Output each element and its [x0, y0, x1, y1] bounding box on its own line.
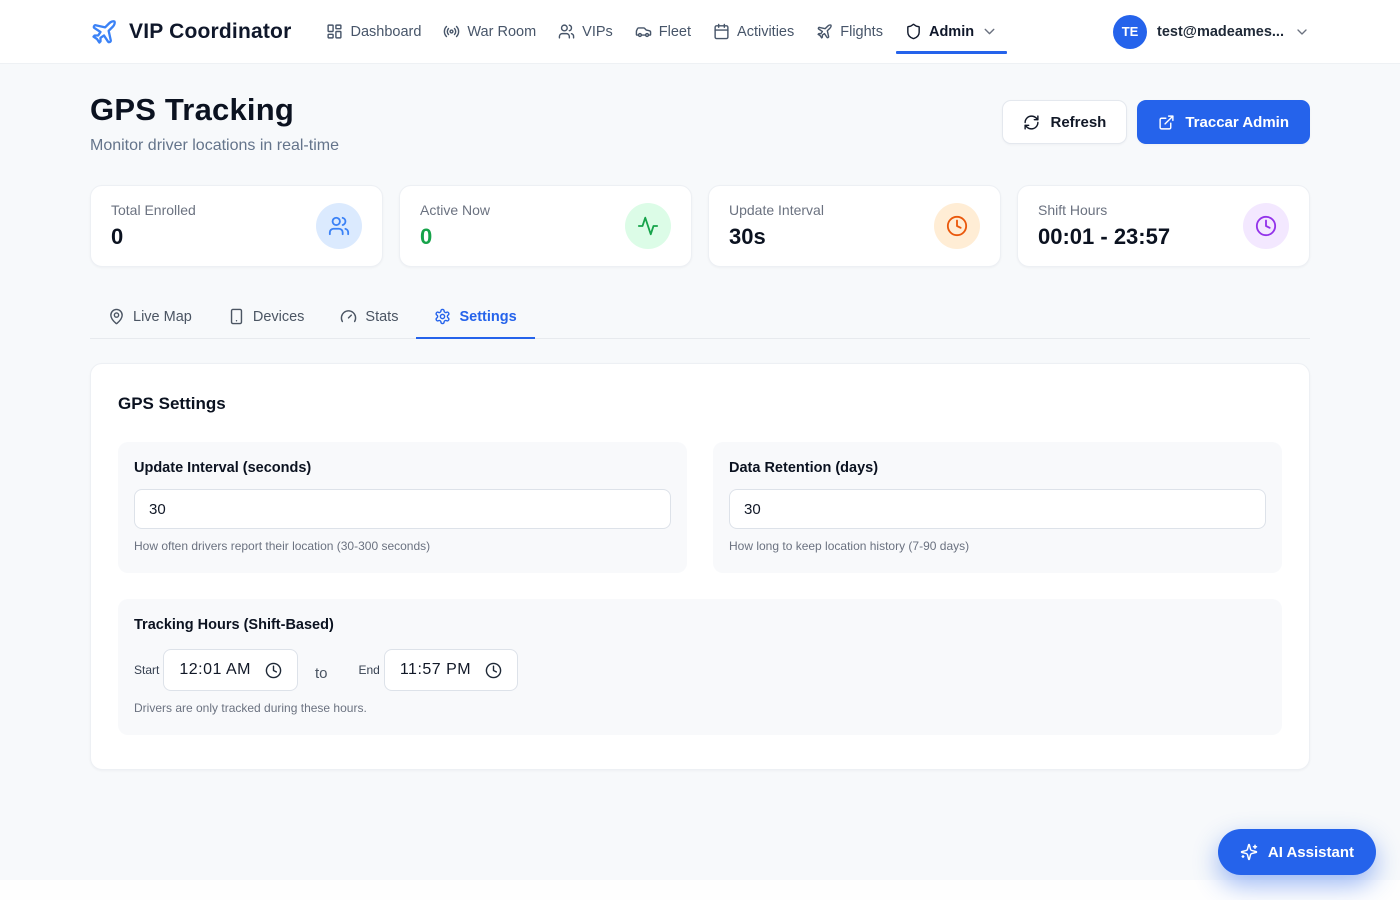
brand-name: VIP Coordinator	[129, 20, 291, 44]
stat-value: 30s	[729, 224, 824, 250]
setting-label: Data Retention (days)	[729, 460, 1266, 476]
tab-stats[interactable]: Stats	[322, 297, 416, 338]
stat-value: 0	[111, 224, 196, 250]
nav-item-admin[interactable]: Admin	[894, 14, 1009, 49]
nav-item-label: VIPs	[582, 24, 613, 40]
users-icon	[558, 23, 575, 40]
top-navbar: VIP Coordinator Dashboard War Room VIPs …	[0, 0, 1400, 64]
nav-item-flights[interactable]: Flights	[805, 14, 894, 49]
tab-label: Live Map	[133, 309, 192, 325]
nav-item-label: Activities	[737, 24, 794, 40]
smartphone-icon	[228, 308, 245, 325]
nav-item-label: War Room	[467, 24, 536, 40]
nav-item-vips[interactable]: VIPs	[547, 14, 624, 49]
clock-icon	[1243, 203, 1289, 249]
primary-nav: Dashboard War Room VIPs Fleet Activities…	[315, 14, 1113, 49]
tab-devices[interactable]: Devices	[210, 297, 323, 338]
stat-label: Total Enrolled	[111, 202, 196, 218]
activity-icon	[625, 203, 671, 249]
stat-card-shift-hours: Shift Hours 00:01 - 23:57	[1017, 185, 1310, 267]
data-retention-setting: Data Retention (days) How long to keep l…	[713, 442, 1282, 573]
tab-label: Stats	[365, 309, 398, 325]
users-icon	[316, 203, 362, 249]
stat-card-active-now: Active Now 0	[399, 185, 692, 267]
sparkles-icon	[1240, 843, 1258, 861]
brand[interactable]: VIP Coordinator	[90, 18, 291, 46]
stat-label: Active Now	[420, 202, 490, 218]
map-pin-icon	[108, 308, 125, 325]
tab-bar: Live Map Devices Stats Settings	[90, 297, 1310, 339]
stat-value: 00:01 - 23:57	[1038, 224, 1170, 250]
shield-icon	[905, 23, 922, 40]
start-time-label: Start	[134, 663, 159, 677]
clock-icon	[485, 662, 502, 679]
tab-label: Settings	[459, 309, 516, 325]
nav-item-fleet[interactable]: Fleet	[624, 14, 702, 49]
external-link-icon	[1158, 114, 1175, 131]
end-time-input[interactable]: 11:57 PM	[384, 649, 518, 691]
tab-live-map[interactable]: Live Map	[90, 297, 210, 338]
chevron-down-icon	[981, 23, 998, 40]
chevron-down-icon	[1294, 24, 1310, 40]
update-interval-setting: Update Interval (seconds) How often driv…	[118, 442, 687, 573]
end-time-value: 11:57 PM	[400, 661, 471, 679]
page-header: GPS Tracking Monitor driver locations in…	[90, 92, 1310, 155]
start-time-input[interactable]: 12:01 AM	[163, 649, 298, 691]
nav-item-war-room[interactable]: War Room	[432, 14, 547, 49]
nav-item-activities[interactable]: Activities	[702, 14, 805, 49]
plane-logo-icon	[90, 18, 118, 46]
stat-value: 0	[420, 224, 490, 250]
nav-item-label: Fleet	[659, 24, 691, 40]
stat-card-total-enrolled: Total Enrolled 0	[90, 185, 383, 267]
stats-row: Total Enrolled 0 Active Now 0 Update Int…	[90, 185, 1310, 267]
gauge-icon	[340, 308, 357, 325]
nav-item-label: Admin	[929, 24, 974, 40]
page-title: GPS Tracking	[90, 92, 339, 128]
stat-card-update-interval: Update Interval 30s	[708, 185, 1001, 267]
page-subtitle: Monitor driver locations in real-time	[90, 137, 339, 155]
stat-label: Shift Hours	[1038, 202, 1170, 218]
footer-strip	[0, 880, 1400, 900]
to-separator: to	[315, 665, 328, 682]
tracking-hours-setting: Tracking Hours (Shift-Based) Start 12:01…	[118, 599, 1282, 735]
update-interval-input[interactable]	[134, 489, 671, 529]
data-retention-input[interactable]	[729, 489, 1266, 529]
nav-item-dashboard[interactable]: Dashboard	[315, 14, 432, 49]
main-content: GPS Tracking Monitor driver locations in…	[90, 64, 1310, 770]
setting-help-text: How long to keep location history (7-90 …	[729, 539, 1266, 553]
traccar-admin-button-label: Traccar Admin	[1185, 114, 1289, 131]
user-email: test@madeames...	[1157, 24, 1284, 40]
start-time-value: 12:01 AM	[179, 661, 251, 679]
setting-help-text: Drivers are only tracked during these ho…	[134, 701, 1266, 715]
calendar-icon	[713, 23, 730, 40]
nav-item-label: Flights	[840, 24, 883, 40]
setting-label: Tracking Hours (Shift-Based)	[134, 617, 1266, 633]
panel-title: GPS Settings	[118, 394, 1282, 414]
plane-icon	[816, 23, 833, 40]
tab-label: Devices	[253, 309, 305, 325]
end-time-label: End	[358, 663, 379, 677]
refresh-button[interactable]: Refresh	[1002, 100, 1127, 144]
stat-label: Update Interval	[729, 202, 824, 218]
clock-icon	[265, 662, 282, 679]
setting-label: Update Interval (seconds)	[134, 460, 671, 476]
car-icon	[635, 23, 652, 40]
dashboard-grid-icon	[326, 23, 343, 40]
refresh-icon	[1023, 114, 1040, 131]
user-menu[interactable]: TE test@madeames...	[1113, 15, 1310, 49]
nav-item-label: Dashboard	[350, 24, 421, 40]
radio-icon	[443, 23, 460, 40]
ai-assistant-button-label: AI Assistant	[1268, 844, 1354, 861]
gps-settings-panel: GPS Settings Update Interval (seconds) H…	[90, 363, 1310, 770]
traccar-admin-button[interactable]: Traccar Admin	[1137, 100, 1310, 144]
gear-icon	[434, 308, 451, 325]
ai-assistant-button[interactable]: AI Assistant	[1218, 829, 1376, 875]
avatar: TE	[1113, 15, 1147, 49]
clock-icon	[934, 203, 980, 249]
tab-settings[interactable]: Settings	[416, 297, 534, 338]
refresh-button-label: Refresh	[1050, 114, 1106, 131]
setting-help-text: How often drivers report their location …	[134, 539, 671, 553]
